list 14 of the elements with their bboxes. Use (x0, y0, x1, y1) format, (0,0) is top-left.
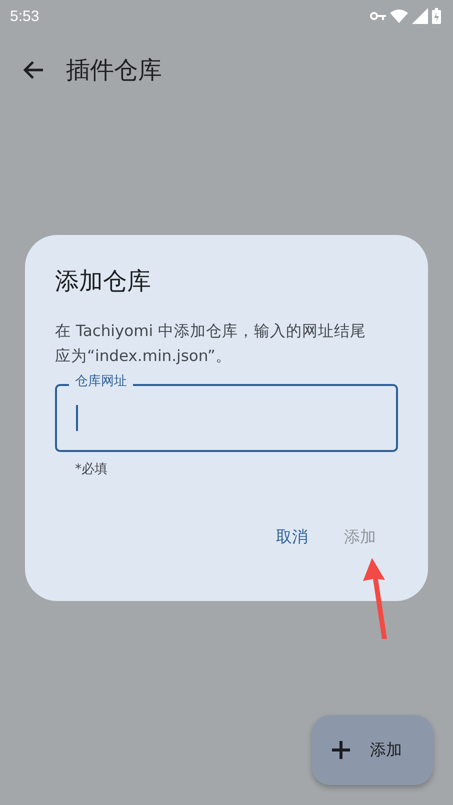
wifi-icon (390, 9, 408, 23)
add-fab[interactable]: 添加 (312, 715, 433, 785)
dialog-button[interactable]: 取消 (272, 523, 312, 552)
dialog-message: 在 Tachiyomi 中添加仓库，输入的网址结尾应为“index.min.json”。 (55, 321, 367, 367)
page-title: 插件仓库 (66, 54, 162, 86)
dialog-title: 添加仓库 (55, 266, 152, 297)
key-icon (370, 11, 386, 21)
plus-icon (332, 741, 350, 759)
status-time: 5:53 (10, 8, 40, 24)
helper-text: *必填 (75, 461, 108, 478)
field-label: 仓库网址 (69, 374, 133, 390)
battery-icon (432, 8, 441, 24)
signal-icon (412, 8, 428, 24)
back-arrow-icon[interactable] (22, 60, 44, 80)
